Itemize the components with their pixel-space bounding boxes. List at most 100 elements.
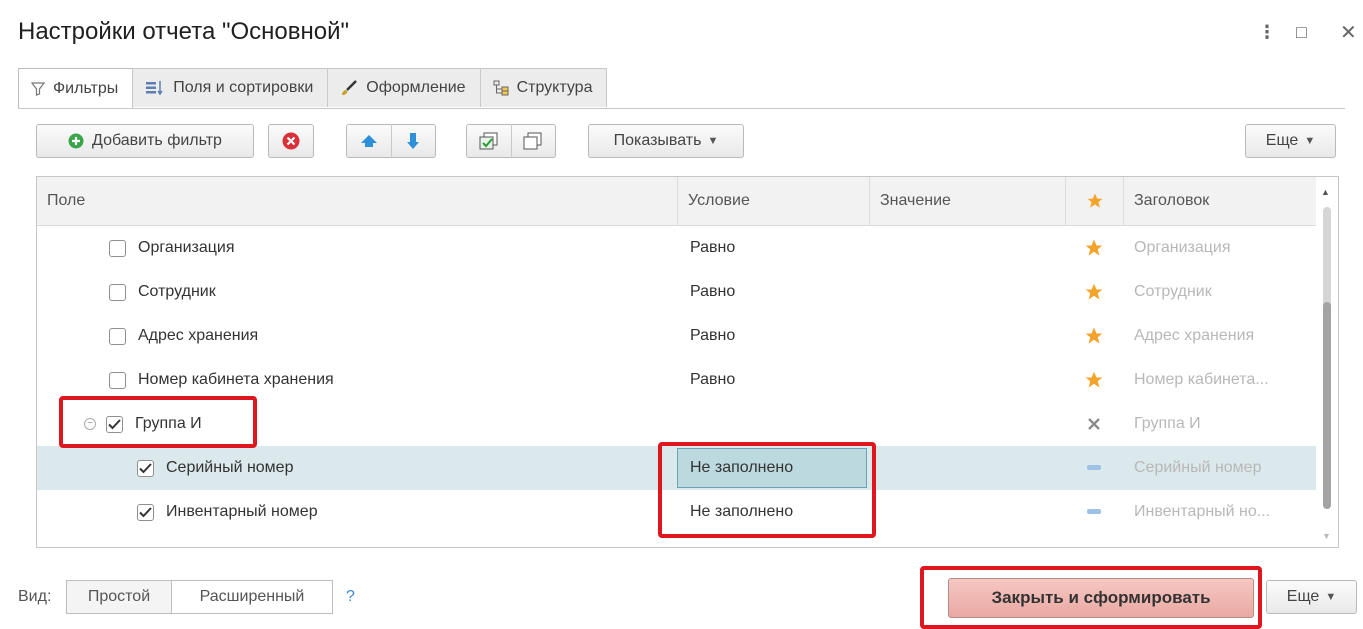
- column-header-title[interactable]: Заголовок: [1123, 177, 1318, 225]
- title-cell[interactable]: Адрес хранения: [1134, 314, 1254, 358]
- check-all-button[interactable]: [467, 132, 511, 150]
- column-header-field[interactable]: Поле: [37, 177, 677, 225]
- field-cell: Организация: [109, 226, 235, 270]
- view-label: Вид:: [18, 588, 52, 605]
- dash-icon[interactable]: [1083, 490, 1105, 534]
- move-up-button[interactable]: [347, 134, 391, 148]
- tab-structure[interactable]: Структура: [479, 68, 608, 107]
- chevron-down-icon: ▼: [707, 135, 719, 147]
- star-icon[interactable]: [1083, 270, 1105, 314]
- column-header-value[interactable]: Значение: [869, 177, 1065, 225]
- more-menu-icon[interactable]: ⋮: [1258, 22, 1276, 43]
- chevron-down-icon: ▼: [1325, 591, 1337, 603]
- column-header-condition[interactable]: Условие: [677, 177, 869, 225]
- cross-icon[interactable]: [1083, 402, 1105, 446]
- arrow-down-icon: [407, 133, 420, 149]
- table-row[interactable]: Адрес хранения Равно Адрес хранения: [37, 314, 1316, 358]
- check-all-icon: [479, 132, 498, 150]
- view-extended-button[interactable]: Расширенный: [171, 580, 333, 614]
- title-cell[interactable]: Организация: [1134, 226, 1231, 270]
- add-filter-label: Добавить фильтр: [92, 132, 222, 149]
- row-checkbox[interactable]: [137, 503, 154, 521]
- table-row[interactable]: Инвентарный номер Не заполнено Инвентарн…: [37, 490, 1316, 534]
- field-name: Сотрудник: [138, 283, 216, 300]
- add-filter-button[interactable]: Добавить фильтр: [36, 124, 254, 158]
- condition-cell[interactable]: Не заполнено: [690, 490, 793, 534]
- more-actions-label: Еще: [1265, 132, 1299, 149]
- delete-icon: [282, 132, 300, 150]
- view-simple-button[interactable]: Простой: [66, 580, 172, 614]
- scroll-down-icon[interactable]: ▼: [1322, 531, 1331, 541]
- tab-filters[interactable]: Фильтры: [18, 68, 134, 109]
- star-icon: [1087, 193, 1102, 208]
- field-name: Адрес хранения: [138, 327, 259, 344]
- field-name: Группа И: [135, 415, 202, 432]
- title-cell[interactable]: Серийный номер: [1134, 446, 1261, 490]
- filter-icon: [31, 82, 45, 96]
- scrollbar-thumb[interactable]: [1323, 302, 1331, 509]
- row-checkbox[interactable]: [109, 371, 126, 389]
- dash-icon[interactable]: [1083, 446, 1105, 490]
- structure-icon: [493, 80, 509, 96]
- collapse-icon[interactable]: −: [84, 418, 96, 430]
- close-and-build-button[interactable]: Закрыть и сформировать: [948, 578, 1254, 618]
- star-icon[interactable]: [1083, 314, 1105, 358]
- table-row[interactable]: Номер кабинета хранения Равно Номер каби…: [37, 358, 1316, 402]
- close-icon[interactable]: ✕: [1340, 20, 1357, 45]
- show-label: Показывать: [613, 132, 702, 149]
- table-row-selected[interactable]: Серийный номер Не заполнено Серийный ном…: [37, 446, 1316, 490]
- star-icon[interactable]: [1083, 358, 1105, 402]
- row-checkbox[interactable]: [137, 459, 154, 477]
- vertical-scrollbar[interactable]: ▲ ▼: [1316, 177, 1338, 547]
- table-row-group[interactable]: − Группа И Группа И: [37, 402, 1316, 446]
- field-cell: Сотрудник: [109, 270, 216, 314]
- delete-button[interactable]: [268, 124, 314, 158]
- title-cell[interactable]: Группа И: [1134, 402, 1201, 446]
- condition-cell-editing[interactable]: Не заполнено: [677, 448, 867, 488]
- filters-table: Поле Условие Значение Заголовок Организа…: [36, 176, 1339, 548]
- table-row[interactable]: Сотрудник Равно Сотрудник: [37, 270, 1316, 314]
- field-name: Организация: [138, 239, 235, 256]
- title-cell[interactable]: Номер кабинета...: [1134, 358, 1269, 402]
- table-header: Поле Условие Значение Заголовок: [37, 177, 1316, 226]
- more-actions-button[interactable]: Еще ▼: [1245, 124, 1336, 158]
- tab-fields-sort[interactable]: Поля и сортировки: [132, 68, 329, 107]
- uncheck-all-icon: [523, 132, 542, 150]
- condition-cell[interactable]: Равно: [690, 314, 735, 358]
- chevron-down-icon: ▼: [1304, 135, 1316, 147]
- scroll-up-icon[interactable]: ▲: [1321, 187, 1330, 197]
- add-icon: [68, 133, 84, 149]
- field-name: Серийный номер: [166, 459, 294, 476]
- field-cell: Инвентарный номер: [137, 490, 318, 534]
- condition-cell[interactable]: Равно: [690, 226, 735, 270]
- field-cell: Серийный номер: [137, 446, 293, 490]
- tab-appearance[interactable]: Оформление: [327, 68, 481, 107]
- row-checkbox[interactable]: [109, 327, 126, 345]
- condition-cell[interactable]: Равно: [690, 270, 735, 314]
- uncheck-all-button[interactable]: [512, 132, 556, 150]
- row-checkbox[interactable]: [106, 415, 123, 433]
- settings-tabs: Фильтры Поля и сортировки Оформление Стр…: [18, 68, 608, 109]
- row-checkbox[interactable]: [109, 283, 126, 301]
- column-header-star[interactable]: [1065, 177, 1123, 225]
- help-link[interactable]: ?: [346, 588, 355, 606]
- move-down-button[interactable]: [392, 132, 436, 150]
- scrollbar-track[interactable]: [1323, 207, 1331, 509]
- footer-more-button[interactable]: Еще ▼: [1266, 580, 1357, 614]
- fields-sort-icon: [145, 80, 165, 96]
- star-icon[interactable]: [1083, 226, 1105, 270]
- arrow-up-icon: [360, 135, 377, 147]
- field-name: Инвентарный номер: [166, 503, 318, 520]
- move-buttons-group: [346, 124, 436, 158]
- maximize-icon[interactable]: □: [1296, 22, 1307, 43]
- footer-more-label: Еще: [1286, 588, 1320, 605]
- tab-fields-sort-label: Поля и сортировки: [173, 79, 314, 96]
- title-cell[interactable]: Инвентарный но...: [1134, 490, 1270, 534]
- show-dropdown-button[interactable]: Показывать ▼: [588, 124, 744, 158]
- filters-toolbar: Добавить фильтр Показывать ▼ Еще ▼: [36, 124, 1343, 160]
- title-cell[interactable]: Сотрудник: [1134, 270, 1212, 314]
- table-row[interactable]: Организация Равно Организация: [37, 226, 1316, 270]
- condition-cell[interactable]: Равно: [690, 358, 735, 402]
- field-cell: − Группа И: [84, 402, 202, 446]
- row-checkbox[interactable]: [109, 239, 126, 257]
